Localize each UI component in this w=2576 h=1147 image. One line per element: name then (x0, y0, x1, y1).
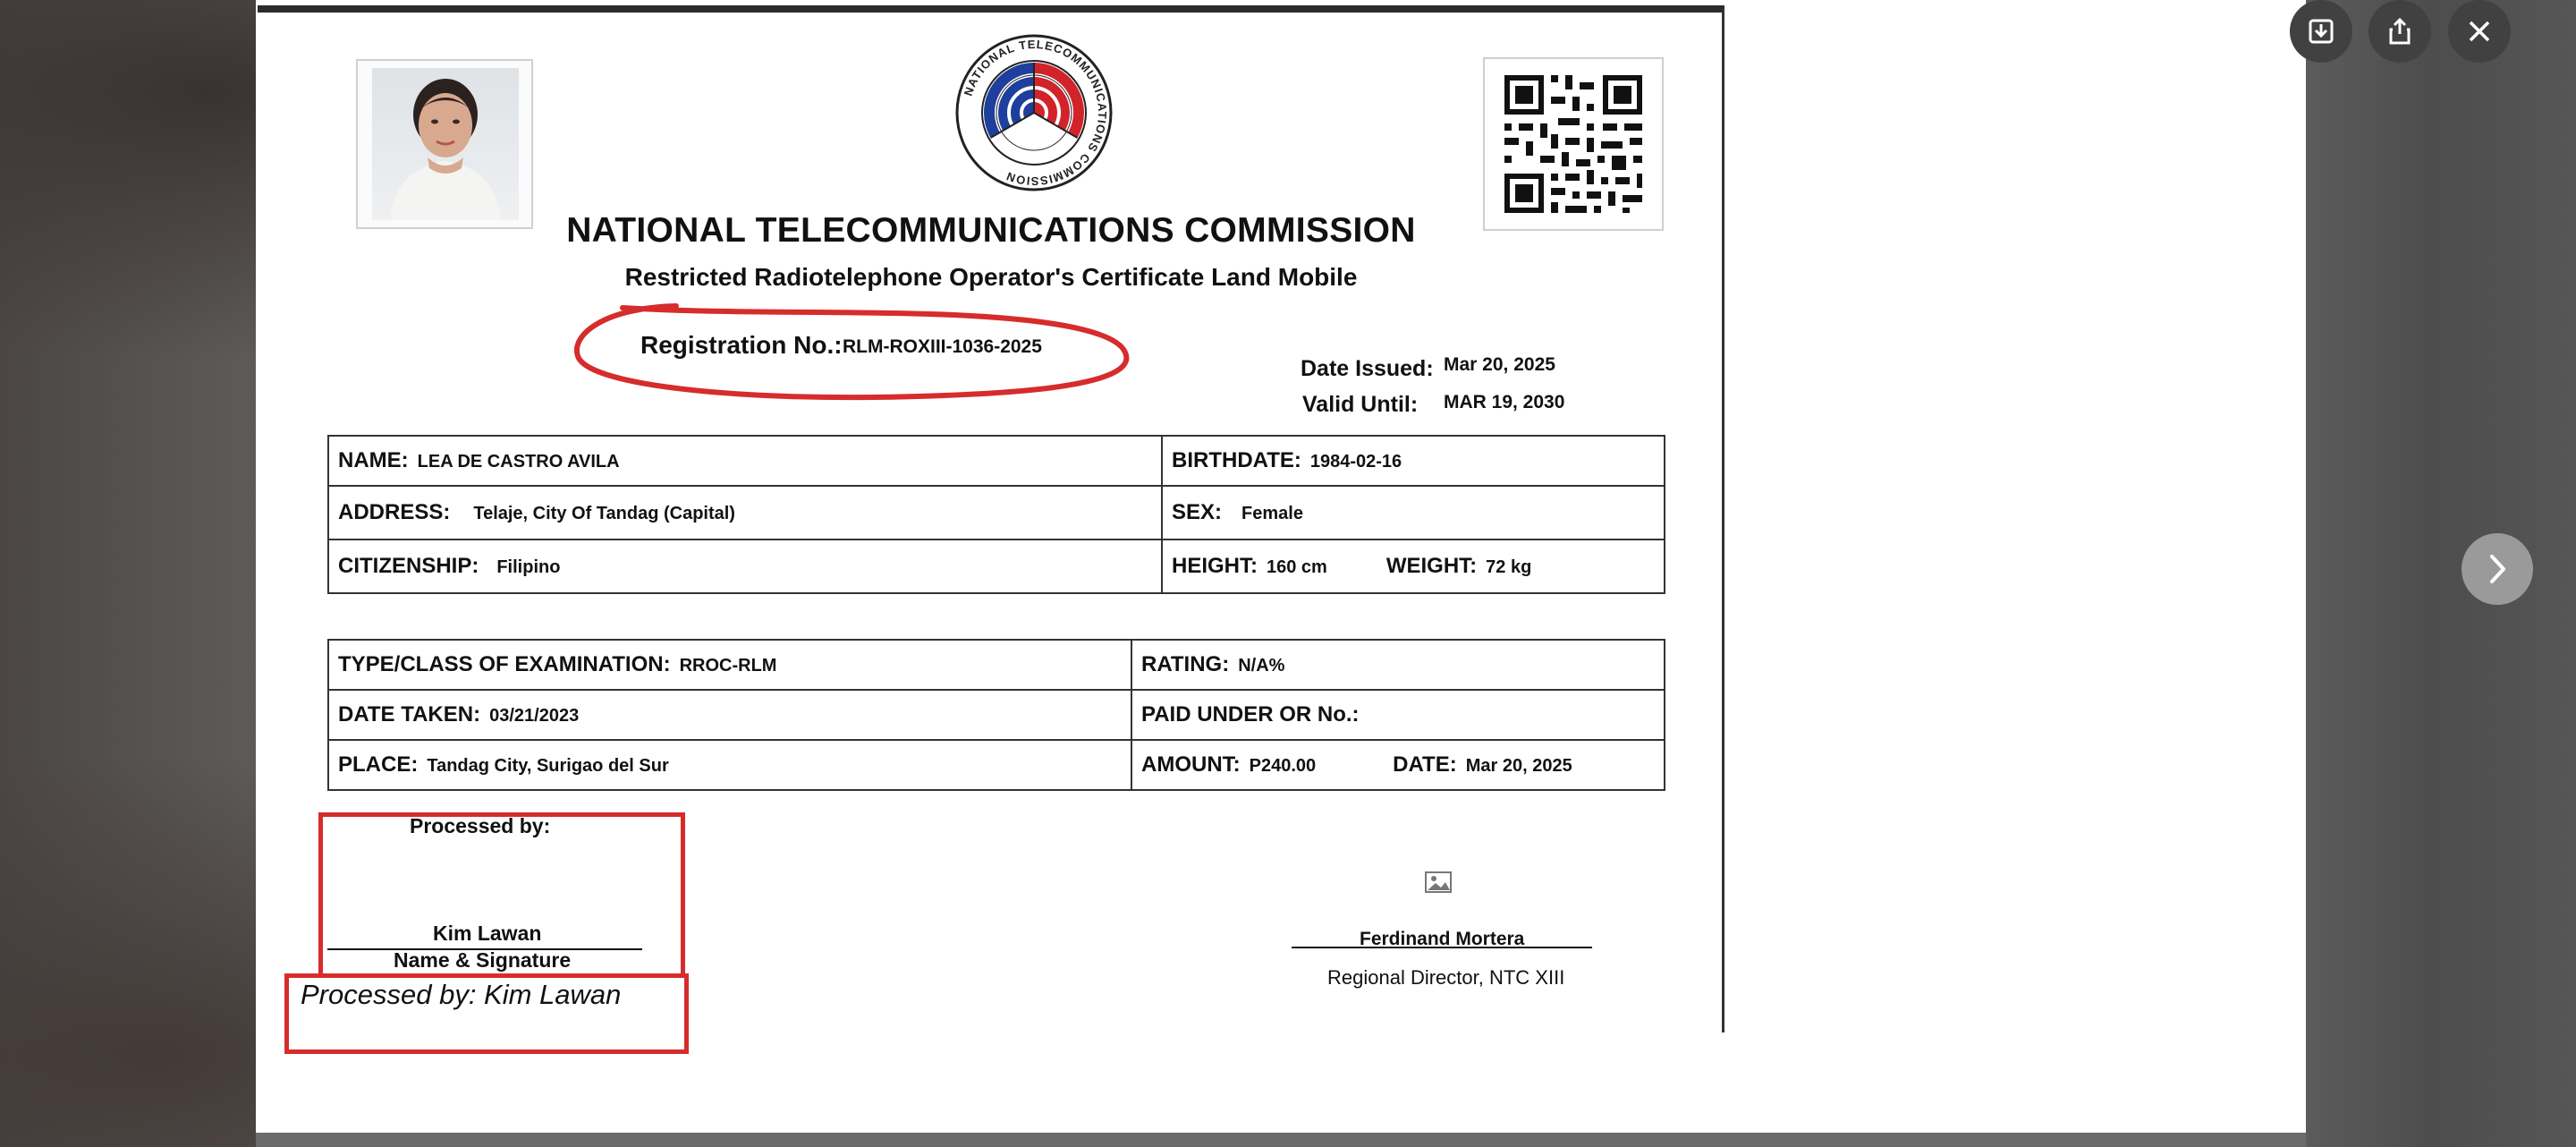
address-value: Telaje, City Of Tandag (Capital) (473, 504, 735, 523)
id-photo (372, 68, 519, 220)
director-signature-line (1292, 947, 1592, 948)
table-row: NAME: LEA DE CASTRO AVILA BIRTHDATE: 1984-… (327, 435, 1665, 487)
certificate-document: NATIONAL TELECOMMUNICATIONS COMMISSION N… (258, 5, 1724, 1054)
processed-by-annotation: Processed by: Kim Lawan (301, 979, 622, 1010)
name-label: NAME: (338, 448, 409, 472)
table-row: ADDRESS: Telaje, City Of Tandag (Capital)… (327, 485, 1665, 540)
citizenship-value: Filipino (496, 557, 561, 577)
height-label: HEIGHT: (1172, 554, 1258, 578)
registration-label: Registration No.: (640, 331, 843, 359)
birthdate-label: BIRTHDATE: (1172, 448, 1301, 472)
table-row: PLACE: Tandag City, Surigao del Sur AMOUN… (327, 739, 1665, 791)
save-icon (2309, 19, 2334, 44)
sex-value: Female (1241, 504, 1303, 523)
share-button[interactable] (2368, 0, 2431, 63)
name-value: LEA DE CASTRO AVILA (417, 452, 620, 472)
viewer-bottom-edge (256, 1133, 2306, 1147)
id-photo-frame (356, 59, 533, 229)
ntc-seal-logo: NATIONAL TELECOMMUNICATIONS COMMISSION (955, 34, 1113, 191)
qr-code (1483, 57, 1664, 231)
processed-by-label: Processed by: (410, 814, 551, 837)
table-row: DATE TAKEN: 03/21/2023 PAID UNDER OR No.: (327, 689, 1665, 741)
birthdate-value: 1984-02-16 (1309, 452, 1402, 472)
exam-type-value: RROC-RLM (679, 656, 777, 675)
valid-until-value: MAR 19, 2030 (1444, 392, 1565, 412)
processor-name: Kim Lawan (433, 922, 542, 945)
weight-value: 72 kg (1486, 557, 1532, 577)
payment-date-label: DATE: (1393, 752, 1457, 777)
next-image-button[interactable] (2462, 533, 2533, 605)
image-icon (1424, 870, 1453, 899)
weight-label: WEIGHT: (1385, 554, 1478, 578)
personal-info-table: NAME: LEA DE CASTRO AVILA BIRTHDATE: 1984-… (327, 435, 1665, 594)
examination-table: TYPE/CLASS OF EXAMINATION: RROC-RLM RATIN… (327, 639, 1665, 791)
director-title: Regional Director, NTC XIII (1327, 966, 1565, 989)
valid-until-label: Valid Until: (1302, 392, 1419, 417)
close-button[interactable] (2448, 0, 2511, 63)
sex-label: SEX: (1172, 500, 1223, 524)
certificate-title: Restricted Radiotelephone Operator's Cer… (624, 263, 1358, 291)
amount-value: P240.00 (1249, 756, 1317, 776)
place-label: PLACE: (338, 752, 419, 777)
registration-number: RLM-ROXIII-1036-2025 (843, 336, 1042, 357)
table-row: TYPE/CLASS OF EXAMINATION: RROC-RLM RATIN… (327, 639, 1665, 691)
rating-label: RATING: (1141, 652, 1230, 676)
or-number-label: PAID UNDER OR No.: (1141, 702, 1360, 726)
citizenship-label: CITIZENSHIP: (338, 554, 479, 578)
date-issued-value: Mar 20, 2025 (1444, 354, 1555, 375)
place-value: Tandag City, Surigao del Sur (427, 756, 669, 776)
exam-type-label: TYPE/CLASS OF EXAMINATION: (338, 652, 671, 676)
chevron-right-icon (2490, 555, 2505, 583)
date-taken-label: DATE TAKEN: (338, 702, 481, 726)
date-taken-value: 03/21/2023 (489, 706, 580, 726)
name-signature-caption: Name & Signature (394, 948, 572, 972)
amount-label: AMOUNT: (1141, 752, 1241, 777)
height-value: 160 cm (1267, 557, 1327, 577)
share-icon (2389, 17, 2411, 45)
rating-value: N/A% (1238, 656, 1285, 675)
address-label: ADDRESS: (338, 500, 451, 524)
save-button[interactable] (2290, 0, 2352, 63)
payment-date-value: Mar 20, 2025 (1465, 756, 1572, 776)
table-row: CITIZENSHIP: Filipino HEIGHT: 160 cm WEIGHT… (327, 539, 1665, 594)
agency-title: NATIONAL TELECOMMUNICATIONS COMMISSION (566, 211, 1416, 250)
close-icon (2469, 21, 2490, 42)
date-issued-label: Date Issued: (1301, 356, 1434, 381)
